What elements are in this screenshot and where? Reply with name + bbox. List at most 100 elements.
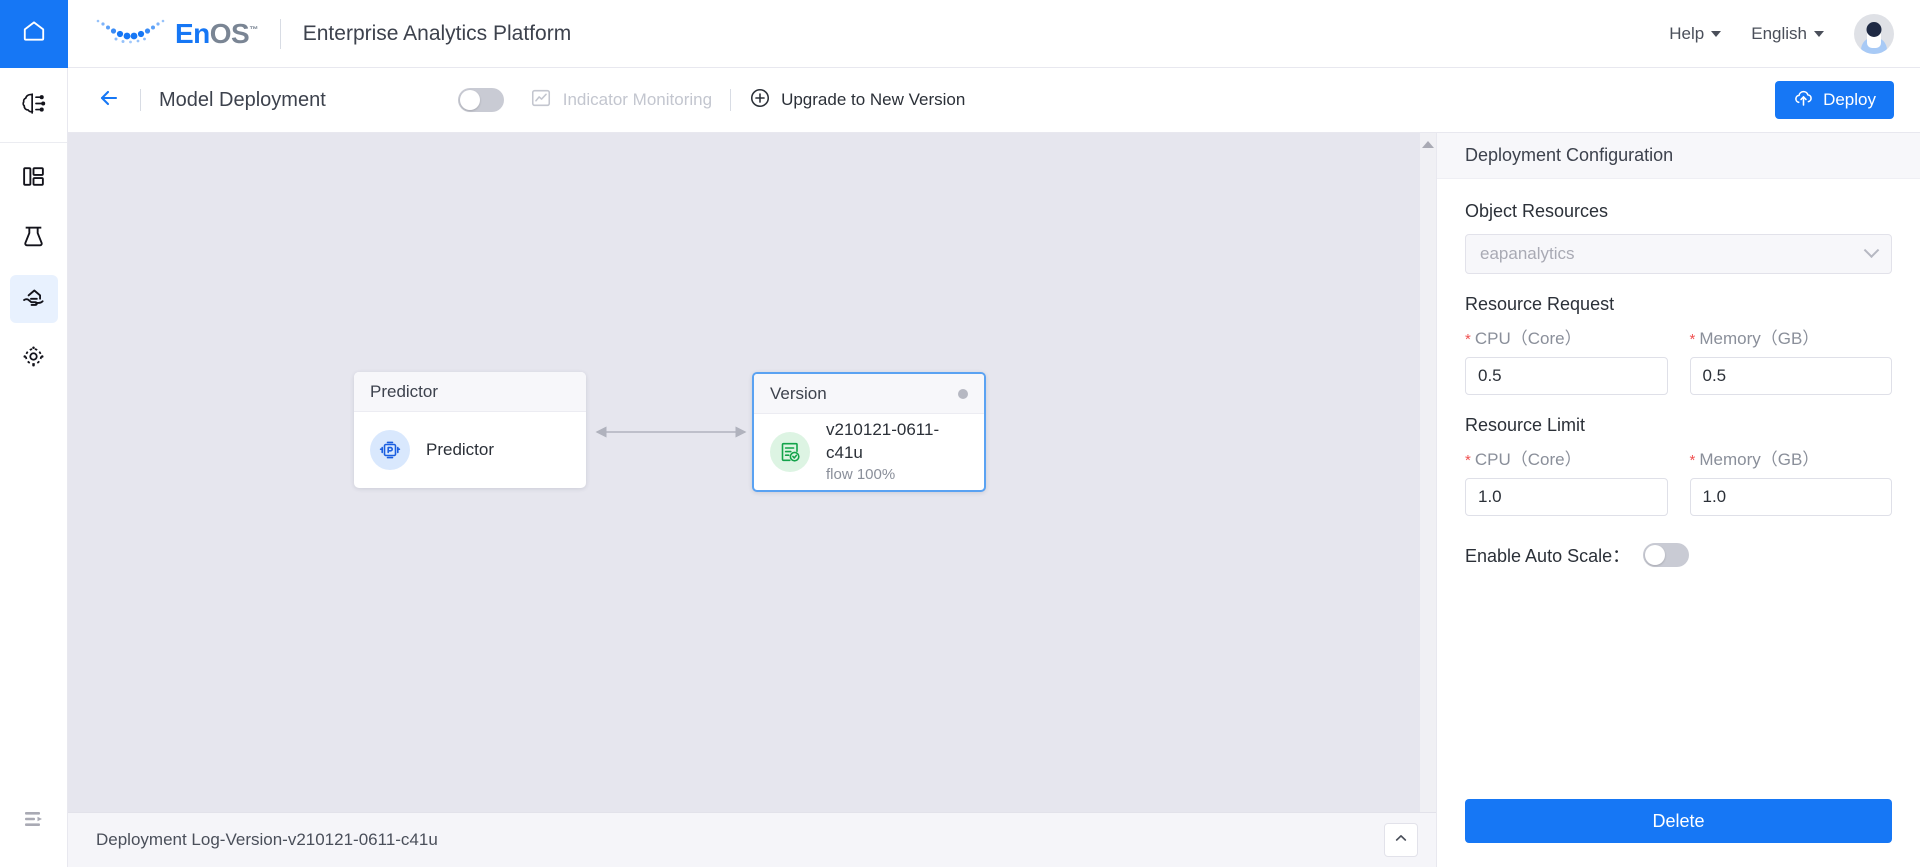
header-actions: Help English <box>1669 13 1920 54</box>
upgrade-label: Upgrade to New Version <box>781 90 966 109</box>
chart-monitor-icon <box>530 87 552 114</box>
auto-scale-label: Enable Auto Scale： <box>1465 546 1631 566</box>
resource-limit-label: Resource Limit <box>1465 415 1586 435</box>
canvas-scrollbar[interactable] <box>1420 133 1436 812</box>
chevron-down-icon <box>1814 30 1824 37</box>
left-sidebar <box>0 68 68 867</box>
node-version-title: v210121-0611-c41u <box>826 419 940 462</box>
object-resources-label: Object Resources <box>1465 201 1609 221</box>
toggle-knob <box>459 90 480 110</box>
status-dot <box>958 388 968 399</box>
required-star: * <box>1689 331 1696 348</box>
node-version[interactable]: Version v210121-0611-c41u flow 100% <box>752 372 986 492</box>
sidebar-item-lab[interactable] <box>10 215 58 263</box>
back-arrow-icon <box>97 86 121 115</box>
language-menu[interactable]: English <box>1751 24 1824 44</box>
limit-memory-input[interactable] <box>1689 478 1892 516</box>
plus-circle-icon <box>749 87 771 114</box>
limit-memory-label: * Memory（GB） <box>1690 445 1893 470</box>
limit-cpu-input[interactable] <box>1465 478 1668 516</box>
object-resources-value: eapanalytics <box>1480 244 1575 263</box>
request-cpu-field: * CPU（Core） <box>1465 324 1668 395</box>
limit-cpu-field: * CPU（Core） <box>1465 445 1668 516</box>
sidebar-item-ai-model[interactable] <box>10 82 58 130</box>
sub-toolbar: Model Deployment Indicator Monitoring Up… <box>68 68 1920 133</box>
log-expand-button[interactable] <box>1384 823 1418 857</box>
node-predictor-text: Predictor <box>426 439 494 462</box>
node-predictor-body: Predictor <box>354 412 586 488</box>
predictor-machine-icon <box>370 430 410 470</box>
deployment-configuration-panel: Deployment Configuration Object Resource… <box>1436 133 1920 867</box>
language-label: English <box>1751 23 1807 43</box>
flask-icon <box>21 224 46 254</box>
scrollbar-up-arrow-icon[interactable] <box>1422 141 1434 148</box>
cpu-label-text: CPU（Core） <box>1474 329 1582 348</box>
enos-logo-os: OS <box>209 17 250 49</box>
cpu-label-text: CPU（Core） <box>1474 450 1582 469</box>
avatar[interactable] <box>1854 13 1894 54</box>
deployment-log-title: Deployment Log-Version-v210121-0611-c41u <box>96 830 438 849</box>
node-version-text: v210121-0611-c41u flow 100% <box>826 419 968 485</box>
object-resources-select[interactable]: eapanalytics <box>1465 234 1892 274</box>
home-button[interactable] <box>0 0 68 68</box>
panel-title: Deployment Configuration <box>1437 133 1920 179</box>
request-memory-input[interactable] <box>1689 357 1892 395</box>
required-star: * <box>1689 452 1696 469</box>
sidebar-collapse-button[interactable] <box>10 801 58 841</box>
resource-limit-fields: * CPU（Core） * Memory（GB） <box>1465 445 1892 516</box>
help-menu[interactable]: Help <box>1669 23 1722 44</box>
panel-footer: Delete <box>1437 799 1920 867</box>
node-connector <box>595 426 747 438</box>
auto-scale-toggle[interactable] <box>1643 543 1690 567</box>
version-document-check-icon <box>770 432 810 472</box>
required-star: * <box>1465 331 1471 348</box>
collapse-sidebar-icon <box>22 807 46 836</box>
resource-request-fields: * CPU（Core） * Memory（GB） <box>1465 324 1892 395</box>
back-button[interactable] <box>96 87 122 113</box>
request-memory-label: * Memory（GB） <box>1690 324 1893 349</box>
chevron-up-icon <box>1393 830 1409 851</box>
toolbar-divider-2 <box>730 89 732 111</box>
flow-canvas[interactable]: Predictor Predictor Version v210121-0611… <box>68 133 1436 812</box>
sidebar-item-dashboard[interactable] <box>10 155 58 203</box>
toolbar-divider <box>140 89 141 111</box>
dashboard-grid-icon <box>21 164 46 194</box>
enos-logo[interactable]: EnOS™ <box>92 16 258 51</box>
node-predictor-title: Predictor <box>426 439 495 459</box>
toggle-knob <box>1645 545 1666 565</box>
node-version-header: Version <box>754 374 984 414</box>
panel-body: Object Resources eapanalytics Resource R… <box>1437 179 1920 799</box>
top-header: EnOS™ Enterprise Analytics Platform Help… <box>0 0 1920 68</box>
help-label: Help <box>1669 23 1705 43</box>
deploy-label: Deploy <box>1823 90 1876 109</box>
auto-scale-row: Enable Auto Scale： <box>1465 542 1892 568</box>
node-version-header-label: Version <box>770 383 827 403</box>
indicator-monitoring-item[interactable]: Indicator Monitoring <box>530 87 712 114</box>
memory-label-text: Memory（GB） <box>1699 450 1820 469</box>
hand-deploy-icon <box>21 284 47 315</box>
limit-memory-field: * Memory（GB） <box>1689 445 1893 516</box>
upgrade-to-new-version-button[interactable]: Upgrade to New Version <box>749 87 965 114</box>
node-version-body: v210121-0611-c41u flow 100% <box>754 414 984 490</box>
brand-divider <box>279 18 281 49</box>
deployment-log-bar: Deployment Log-Version-v210121-0611-c41u <box>68 812 1436 867</box>
indicator-monitoring-label: Indicator Monitoring <box>562 90 713 109</box>
monitoring-toggle[interactable] <box>457 88 504 112</box>
sidebar-item-deployment[interactable] <box>9 275 58 323</box>
brand-area: EnOS™ Enterprise Analytics Platform <box>68 16 571 51</box>
cloud-upload-icon <box>1793 87 1814 113</box>
page-title: Model Deployment <box>159 88 326 111</box>
node-version-subtitle: flow 100% <box>826 465 896 483</box>
home-icon <box>21 18 47 49</box>
gear-target-icon <box>21 344 46 374</box>
deploy-button[interactable]: Deploy <box>1775 81 1894 119</box>
delete-button[interactable]: Delete <box>1465 799 1892 843</box>
node-predictor-header-label: Predictor <box>370 381 439 401</box>
resource-request-label: Resource Request <box>1465 294 1615 314</box>
sidebar-item-settings[interactable] <box>10 335 58 383</box>
required-star: * <box>1465 452 1471 469</box>
request-cpu-label: * CPU（Core） <box>1465 324 1668 349</box>
node-predictor[interactable]: Predictor Predictor <box>354 372 586 488</box>
request-cpu-input[interactable] <box>1465 357 1668 395</box>
avatar-hair <box>1866 21 1882 37</box>
